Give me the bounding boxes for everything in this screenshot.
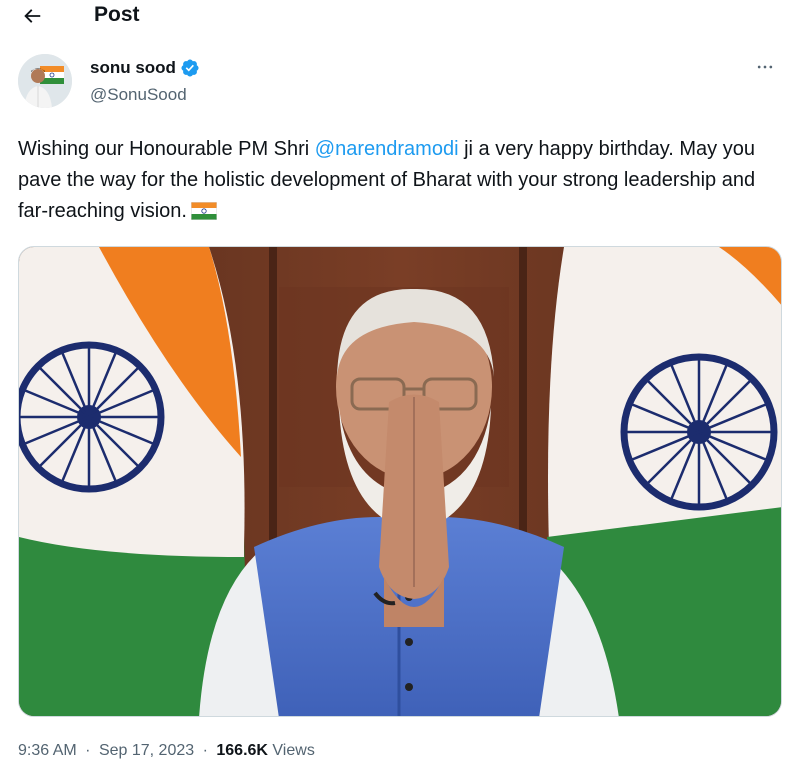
photo bbox=[19, 247, 781, 716]
tweet-meta: 9:36 AM · Sep 17, 2023 · 166.6K Views bbox=[18, 740, 315, 762]
flag-india-icon bbox=[190, 202, 217, 220]
views-label: Views bbox=[272, 742, 315, 759]
more-options-button[interactable] bbox=[752, 56, 778, 78]
post-header: Post bbox=[0, 0, 799, 32]
separator-dot: · bbox=[85, 742, 91, 759]
user-handle[interactable]: @SonuSood bbox=[90, 84, 187, 106]
tweet-text: Wishing our Honourable PM Shri @narendra… bbox=[18, 134, 778, 227]
arrow-left-icon bbox=[24, 9, 41, 23]
views-count: 166.6K bbox=[216, 742, 268, 759]
avatar-image bbox=[18, 54, 72, 108]
tweet-date[interactable]: Sep 17, 2023 bbox=[99, 742, 194, 759]
avatar[interactable] bbox=[18, 54, 72, 108]
page-title: Post bbox=[94, 3, 140, 26]
display-name-row: sonu sood bbox=[90, 57, 200, 79]
more-horizontal-icon bbox=[757, 65, 773, 69]
tweet-author: sonu sood @SonuSood bbox=[18, 54, 778, 110]
verified-badge-icon[interactable] bbox=[180, 58, 200, 78]
tweet-text-part: Wishing our Honourable PM Shri bbox=[18, 138, 315, 160]
separator-dot: · bbox=[202, 742, 208, 759]
back-button[interactable] bbox=[14, 0, 50, 32]
mention-link[interactable]: @narendramodi bbox=[315, 138, 459, 160]
tweet-time[interactable]: 9:36 AM bbox=[18, 742, 77, 759]
display-name[interactable]: sonu sood bbox=[90, 57, 176, 79]
tweet-media-image[interactable] bbox=[18, 246, 782, 717]
